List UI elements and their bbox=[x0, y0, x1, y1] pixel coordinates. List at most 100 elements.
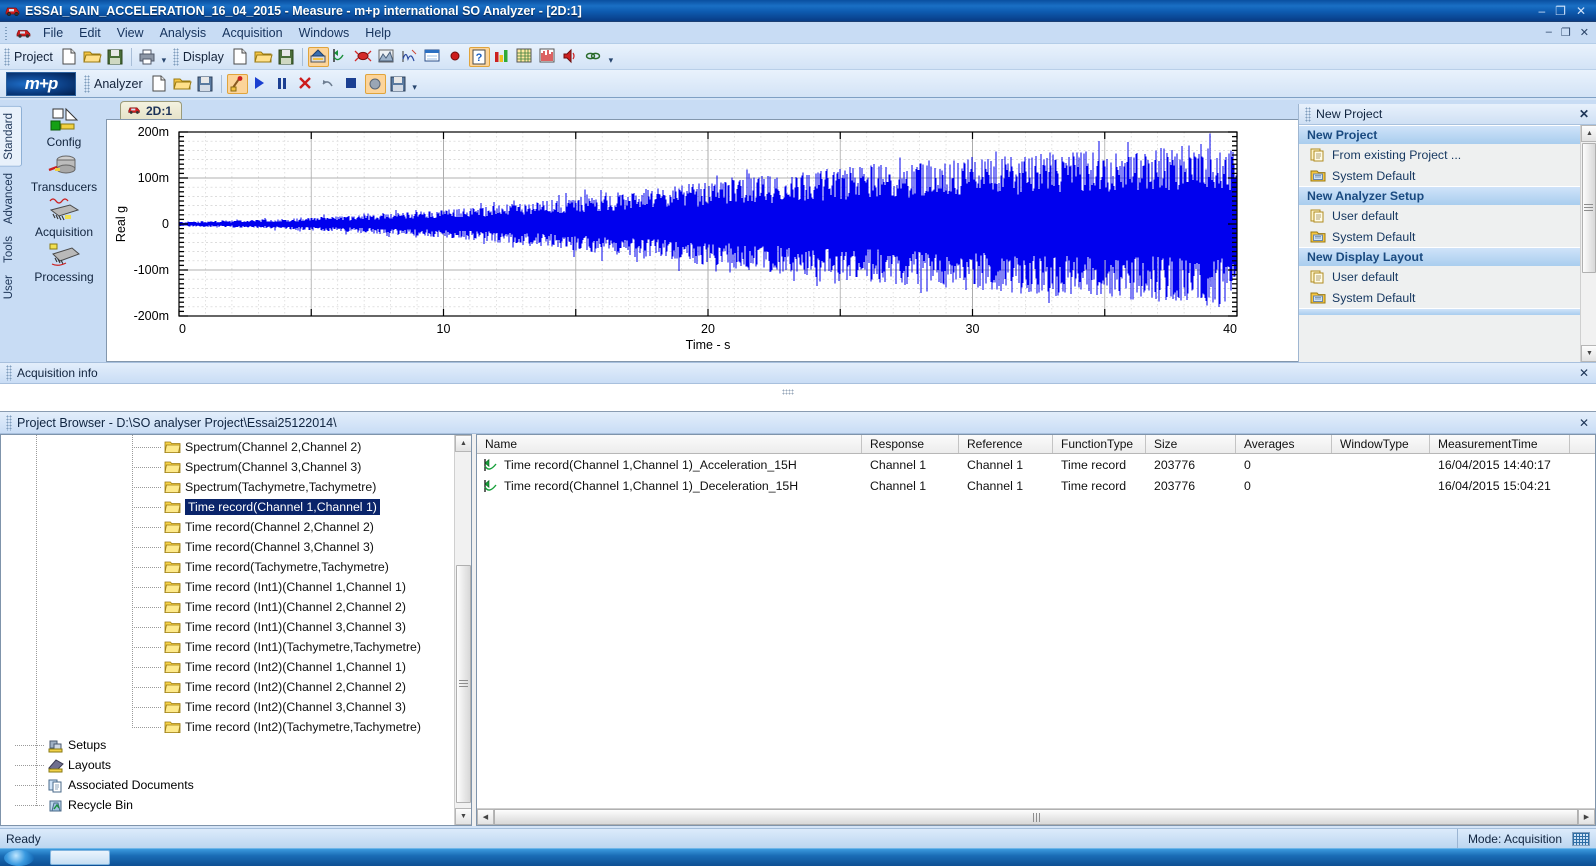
list-scroll-thumb[interactable] bbox=[494, 809, 1578, 825]
tree-node[interactable]: Time record(Channel 2,Channel 2) bbox=[1, 517, 456, 537]
dock-grip[interactable] bbox=[1305, 106, 1311, 122]
list-column-header[interactable]: Size bbox=[1146, 435, 1236, 453]
minimize-button[interactable]: – bbox=[1538, 5, 1545, 17]
save-project-icon[interactable] bbox=[105, 47, 126, 67]
tree-node[interactable]: Time record(Channel 3,Channel 3) bbox=[1, 537, 456, 557]
open-display-icon[interactable] bbox=[253, 47, 274, 67]
bar-chart-icon[interactable] bbox=[492, 47, 513, 67]
menu-item-help[interactable]: Help bbox=[357, 24, 399, 42]
time-record-icon[interactable] bbox=[331, 47, 352, 67]
tree-node[interactable]: Time record (Int1)(Channel 2,Channel 2) bbox=[1, 597, 456, 617]
mdi-restore-button[interactable]: ❐ bbox=[1561, 26, 1571, 39]
open-analyzer-icon[interactable] bbox=[172, 74, 193, 94]
mountain-plot-icon[interactable] bbox=[377, 47, 398, 67]
menu-item-file[interactable]: File bbox=[35, 24, 71, 42]
menu-item-acquisition[interactable]: Acquisition bbox=[214, 24, 290, 42]
tree-node[interactable]: Time record (Int2)(Channel 1,Channel 1) bbox=[1, 657, 456, 677]
stop-icon[interactable] bbox=[342, 74, 363, 94]
link-icon[interactable] bbox=[584, 47, 605, 67]
close-button[interactable]: ✕ bbox=[1576, 5, 1586, 17]
measurement-list-pane[interactable]: Name Response Reference FunctionType Size Ave… bbox=[476, 434, 1596, 826]
dock-close-button[interactable]: ✕ bbox=[1579, 107, 1596, 121]
abort-icon[interactable] bbox=[296, 74, 317, 94]
menu-grip[interactable] bbox=[3, 24, 13, 41]
start-orb-icon[interactable] bbox=[4, 849, 34, 866]
tree-node[interactable]: Time record(Tachymetre,Tachymetre) bbox=[1, 557, 456, 577]
print-icon[interactable] bbox=[137, 47, 158, 67]
dock-item-user-default-layout[interactable]: User default bbox=[1299, 266, 1581, 287]
tree-node[interactable]: Spectrum(Channel 2,Channel 2) bbox=[1, 437, 456, 457]
open-project-icon[interactable] bbox=[82, 47, 103, 67]
project-browser-grip[interactable] bbox=[6, 414, 12, 431]
new-display-icon[interactable] bbox=[230, 47, 251, 67]
tree-root-item[interactable]: Setups bbox=[1, 735, 456, 755]
grid-table-icon[interactable] bbox=[515, 47, 536, 67]
dock-item-system-default-project[interactable]: System Default bbox=[1299, 165, 1581, 186]
menu-item-windows[interactable]: Windows bbox=[291, 24, 358, 42]
record-dot-icon[interactable] bbox=[446, 47, 467, 67]
save-analyzer-icon[interactable] bbox=[195, 74, 216, 94]
project-toolbar-overflow[interactable]: ▾ bbox=[159, 47, 169, 67]
dock-item-user-default-analyzer[interactable]: User default bbox=[1299, 205, 1581, 226]
undo-icon[interactable] bbox=[319, 74, 340, 94]
tree-root-item[interactable]: Associated Documents bbox=[1, 775, 456, 795]
table-row[interactable]: Time record(Channel 1,Channel 1)_Acceler… bbox=[477, 454, 1595, 475]
crab-icon[interactable] bbox=[354, 47, 375, 67]
save-display-icon[interactable] bbox=[276, 47, 297, 67]
new-analyzer-icon[interactable] bbox=[149, 74, 170, 94]
list-column-header[interactable]: Reference bbox=[959, 435, 1053, 453]
new-project-icon[interactable] bbox=[59, 47, 80, 67]
project-browser-close-button[interactable]: ✕ bbox=[1579, 416, 1596, 430]
rail-button-acquisition[interactable]: Acquisition bbox=[24, 196, 104, 239]
tree-node[interactable]: Spectrum(Channel 3,Channel 3) bbox=[1, 457, 456, 477]
dock-scroll-up-button[interactable]: ▲ bbox=[1581, 125, 1596, 142]
tree-node[interactable]: Time record (Int2)(Tachymetre,Tachymetre… bbox=[1, 717, 456, 737]
tree-node[interactable]: Time record (Int1)(Tachymetre,Tachymetre… bbox=[1, 637, 456, 657]
dock-item-from-existing-project[interactable]: From existing Project ... bbox=[1299, 144, 1581, 165]
taskbar-item[interactable] bbox=[50, 850, 110, 865]
rail-button-config[interactable]: Config bbox=[24, 106, 104, 149]
rail-button-processing[interactable]: Processing bbox=[24, 241, 104, 284]
project-tree[interactable]: Spectrum(Channel 2,Channel 2) Spectrum(Ch… bbox=[1, 437, 456, 737]
tree-node[interactable]: Time record(Channel 1,Channel 1) bbox=[1, 497, 456, 517]
dock-item-system-default-layout[interactable]: System Default bbox=[1299, 287, 1581, 308]
restore-button[interactable]: ❐ bbox=[1555, 5, 1566, 17]
list-horizontal-scrollbar[interactable]: ◀ ▶ bbox=[477, 808, 1595, 825]
list-column-header[interactable]: FunctionType bbox=[1053, 435, 1146, 453]
list-scroll-right-button[interactable]: ▶ bbox=[1578, 809, 1595, 825]
pause-icon[interactable] bbox=[273, 74, 294, 94]
speaker-icon[interactable] bbox=[561, 47, 582, 67]
spectrum-bars-icon[interactable] bbox=[538, 47, 559, 67]
menu-item-analysis[interactable]: Analysis bbox=[152, 24, 215, 42]
waterfall-icon[interactable] bbox=[400, 47, 421, 67]
tree-node[interactable]: Time record (Int2)(Channel 2,Channel 2) bbox=[1, 677, 456, 697]
rail-tab-tools[interactable]: Tools bbox=[0, 230, 22, 269]
project-toolbar-grip[interactable] bbox=[4, 47, 10, 66]
list-column-header[interactable]: MeasurementTime bbox=[1430, 435, 1570, 453]
record-icon[interactable] bbox=[364, 73, 386, 94]
rail-button-transducers[interactable]: Transducers bbox=[24, 151, 104, 194]
rail-tab-user[interactable]: User bbox=[0, 269, 22, 305]
tree-scrollbar[interactable]: ▲ ▼ bbox=[454, 435, 471, 825]
tree-node[interactable]: Spectrum(Tachymetre,Tachymetre) bbox=[1, 477, 456, 497]
display-properties-icon[interactable] bbox=[307, 46, 329, 67]
tree-node[interactable]: Time record (Int1)(Channel 3,Channel 3) bbox=[1, 617, 456, 637]
tree-scroll-down-button[interactable]: ▼ bbox=[455, 808, 471, 825]
list-header-row[interactable]: Name Response Reference FunctionType Size Ave… bbox=[477, 435, 1595, 454]
acquisition-info-close-button[interactable]: ✕ bbox=[1579, 366, 1596, 380]
analyzer-toolbar-overflow[interactable]: ▾ bbox=[410, 74, 420, 94]
analyzer-toolbar-grip[interactable] bbox=[84, 74, 90, 93]
list-scroll-left-button[interactable]: ◀ bbox=[477, 809, 494, 825]
table-view-icon[interactable] bbox=[423, 47, 444, 67]
time-record-plot[interactable]: 200m 100m 0 -100m -200m 0 10 20 30 40 Time - s Real… bbox=[107, 120, 1265, 356]
tree-root-item[interactable]: Layouts bbox=[1, 755, 456, 775]
menu-item-edit[interactable]: Edit bbox=[71, 24, 109, 42]
tree-node[interactable]: Time record (Int1)(Channel 1,Channel 1) bbox=[1, 577, 456, 597]
rail-tab-standard[interactable]: Standard bbox=[0, 106, 22, 167]
list-column-header[interactable]: Name bbox=[477, 435, 862, 453]
dock-scrollbar[interactable]: ▲ ▼ bbox=[1580, 125, 1596, 362]
dock-scroll-down-button[interactable]: ▼ bbox=[1581, 345, 1596, 362]
dock-item-system-default-analyzer[interactable]: System Default bbox=[1299, 226, 1581, 247]
rail-tab-advanced[interactable]: Advanced bbox=[0, 167, 22, 230]
acquisition-info-grip[interactable] bbox=[6, 365, 12, 381]
